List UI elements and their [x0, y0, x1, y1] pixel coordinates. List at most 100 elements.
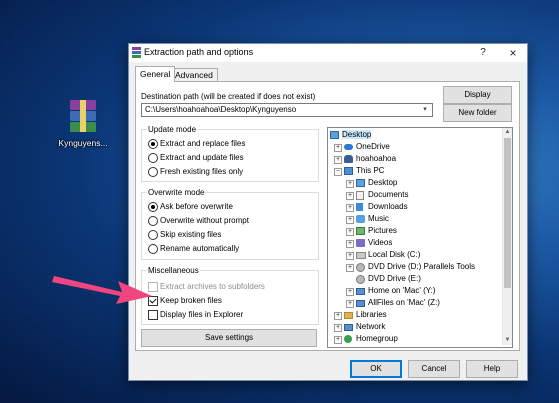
- tree-item-label: hoahoahoa: [356, 154, 397, 163]
- radio-button[interactable]: [148, 167, 158, 177]
- drive-icon: [356, 252, 366, 259]
- expand-icon[interactable]: +: [346, 216, 354, 224]
- expand-icon[interactable]: +: [334, 144, 342, 152]
- tab-advanced[interactable]: Advanced: [170, 68, 218, 82]
- downloads-icon: [356, 203, 363, 211]
- miscellaneous-group: Miscellaneous Extract archives to subfol…: [141, 266, 319, 325]
- option-label: Extract and update files: [160, 153, 244, 162]
- tree-item-label: Libraries: [356, 310, 387, 319]
- expand-icon[interactable]: +: [346, 228, 354, 236]
- tree-item-label: Home on 'Mac' (Y:): [368, 286, 436, 295]
- scroll-up-icon[interactable]: ▲: [503, 128, 512, 137]
- option-label: Extract archives to subfolders: [160, 282, 265, 291]
- scroll-down-icon[interactable]: ▼: [503, 336, 512, 345]
- tree-item-label: Pictures: [368, 226, 397, 235]
- extraction-dialog: Extraction path and options ? × General …: [128, 43, 528, 381]
- desktop-icon: [356, 179, 365, 187]
- overwrite-mode-title: Overwrite mode: [147, 188, 206, 197]
- network-drive-icon: [356, 288, 365, 295]
- desktop-archive-icon[interactable]: Kynguyens...: [52, 100, 114, 148]
- destination-path-value: C:\Users\hoahoahoa\Desktop\Kynguyenso: [145, 105, 297, 114]
- option-label: Ask before overwrite: [160, 202, 233, 211]
- new-folder-button[interactable]: New folder: [443, 104, 512, 122]
- help-icon[interactable]: ?: [473, 45, 493, 61]
- tree-item-label: Documents: [368, 190, 409, 199]
- checkbox[interactable]: [148, 310, 158, 320]
- winrar-archive-icon: [68, 100, 98, 132]
- desktop-icon-label: Kynguyens...: [58, 138, 108, 148]
- expand-icon[interactable]: +: [346, 192, 354, 200]
- destination-label: Destination path (will be created if doe…: [141, 92, 316, 101]
- disc-icon: [356, 263, 365, 272]
- desktop-icon: [330, 131, 339, 139]
- expand-icon[interactable]: +: [334, 324, 342, 332]
- tree-item-label: AllFiles on 'Mac' (Z:): [368, 298, 440, 307]
- cloud-icon: [344, 144, 353, 150]
- expand-icon[interactable]: +: [334, 156, 342, 164]
- expand-icon[interactable]: +: [346, 288, 354, 296]
- documents-icon: [356, 191, 364, 200]
- expand-icon[interactable]: +: [346, 300, 354, 308]
- tree-item-label: OneDrive: [356, 142, 390, 151]
- annotation-arrow-icon: [52, 276, 152, 304]
- option-label: Skip existing files: [160, 230, 222, 239]
- tree-item-label: Desktop: [342, 130, 372, 139]
- tree-item-label: Local Disk (C:): [368, 250, 421, 259]
- radio-button[interactable]: [148, 216, 158, 226]
- pictures-icon: [356, 227, 365, 235]
- close-icon[interactable]: ×: [503, 45, 523, 61]
- disc-icon: [356, 275, 365, 284]
- expand-icon[interactable]: +: [346, 204, 354, 212]
- overwrite-mode-group: Overwrite mode Ask before overwrite Over…: [141, 188, 319, 260]
- expand-icon[interactable]: +: [346, 180, 354, 188]
- help-button[interactable]: Help: [466, 360, 518, 378]
- update-mode-group: Update mode Extract and replace files Ex…: [141, 125, 319, 182]
- chevron-down-icon[interactable]: ▾: [420, 105, 430, 113]
- tree-item-label: Homegroup: [356, 334, 398, 343]
- expand-icon[interactable]: +: [346, 264, 354, 272]
- expand-icon[interactable]: +: [346, 252, 354, 260]
- option-label: Rename automatically: [160, 244, 240, 253]
- option-label: Extract and replace files: [160, 139, 246, 148]
- save-settings-button[interactable]: Save settings: [141, 329, 317, 347]
- user-icon: [344, 155, 353, 163]
- title-bar: Extraction path and options ? ×: [129, 44, 527, 62]
- tree-item-label: Videos: [368, 238, 393, 247]
- winrar-app-icon: [132, 47, 141, 58]
- radio-button[interactable]: [148, 230, 158, 240]
- scroll-thumb[interactable]: [504, 138, 511, 288]
- network-icon: [344, 324, 353, 331]
- option-label: Display files in Explorer: [160, 310, 244, 319]
- tree-item-label: Downloads: [368, 202, 408, 211]
- music-icon: [356, 215, 365, 223]
- folder-tree[interactable]: Desktop + OneDrive + hoahoahoa − This PC + Deskt…: [327, 127, 513, 348]
- display-button[interactable]: Display: [443, 86, 512, 104]
- radio-button[interactable]: [148, 139, 158, 149]
- tree-item-label: Network: [356, 322, 386, 331]
- library-icon: [344, 312, 353, 319]
- vertical-scrollbar[interactable]: ▲ ▼: [502, 128, 512, 345]
- homegroup-icon: [344, 335, 352, 343]
- tree-item-label: DVD Drive (E:): [368, 274, 421, 283]
- tree-item-label: Music: [368, 214, 389, 223]
- radio-button[interactable]: [148, 244, 158, 254]
- expand-icon[interactable]: +: [346, 240, 354, 248]
- radio-button[interactable]: [148, 153, 158, 163]
- videos-icon: [356, 239, 365, 247]
- cancel-button[interactable]: Cancel: [408, 360, 460, 378]
- expand-icon[interactable]: +: [334, 336, 342, 344]
- tree-item-label: Desktop: [368, 178, 398, 187]
- ok-button[interactable]: OK: [350, 360, 402, 378]
- tree-item-label: This PC: [356, 166, 385, 175]
- collapse-icon[interactable]: −: [334, 168, 342, 176]
- computer-icon: [344, 167, 353, 175]
- option-label: Overwrite without prompt: [160, 216, 249, 225]
- update-mode-title: Update mode: [147, 125, 198, 134]
- expand-icon[interactable]: +: [334, 312, 342, 320]
- destination-path-combo[interactable]: C:\Users\hoahoahoa\Desktop\Kynguyenso ▾: [141, 103, 433, 117]
- dialog-title: Extraction path and options: [144, 47, 254, 57]
- tree-item-label: DVD Drive (D:) Parallels Tools: [368, 262, 475, 271]
- network-drive-icon: [356, 300, 365, 307]
- radio-button[interactable]: [148, 202, 158, 212]
- tab-general[interactable]: General: [135, 66, 176, 82]
